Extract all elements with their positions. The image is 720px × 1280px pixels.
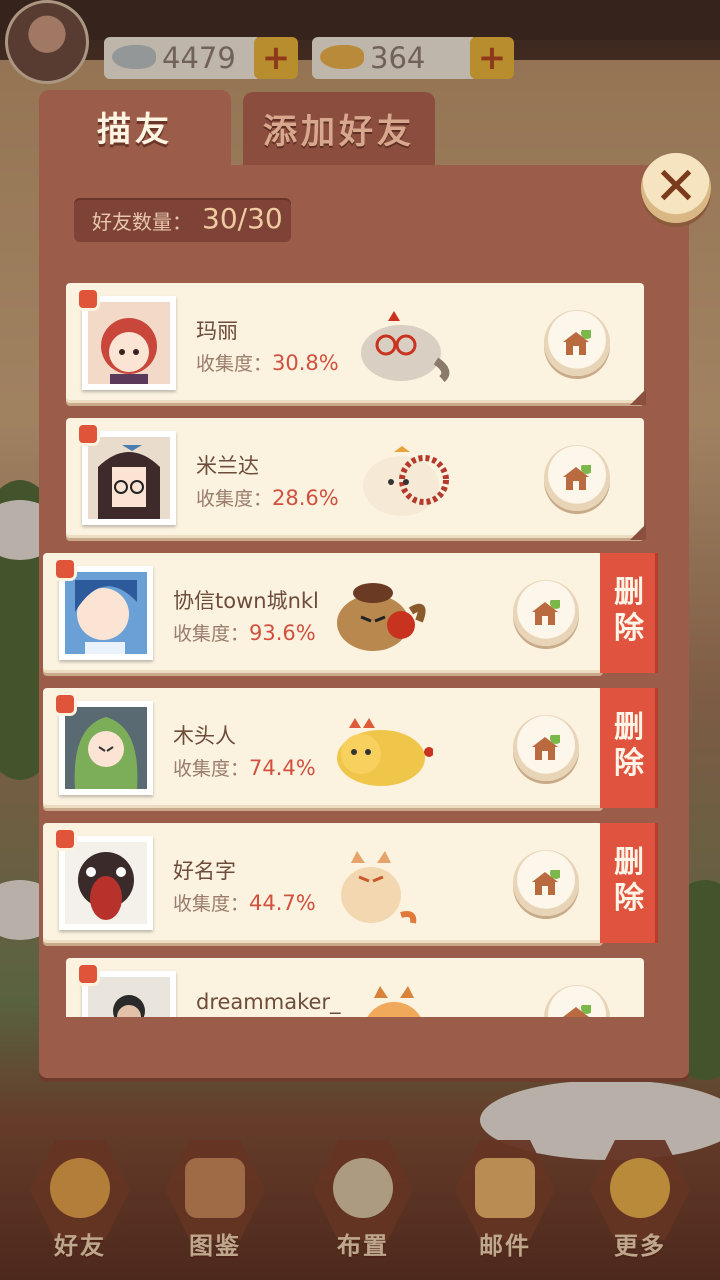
friend-card: dreammaker_ [66, 958, 644, 1017]
pin-icon [56, 695, 74, 713]
collection-label: 收集度： [173, 893, 250, 915]
friend-count-box: 好友数量： 30/30 [74, 198, 291, 242]
tab-add-friend[interactable]: 添加好友 [243, 92, 435, 172]
friend-card: 木头人 收集度：74.4% [43, 688, 603, 808]
friend-name: 木头人 [173, 724, 236, 748]
delete-label: 除 [614, 611, 644, 646]
pin-icon [79, 290, 97, 308]
pin-icon [56, 560, 74, 578]
collection-label: 收集度： [196, 353, 273, 375]
friend-name: dreammaker_ [196, 990, 341, 1014]
friend-avatar[interactable] [82, 296, 176, 390]
friend-name: 好名字 [173, 859, 236, 883]
delete-label: 删 [614, 710, 644, 745]
friend-card: 玛丽 收集度：30.8% [66, 283, 646, 405]
card-fold [630, 524, 646, 540]
collection-percent: 74.4% [249, 756, 316, 780]
visit-home-button[interactable] [544, 985, 610, 1017]
house-icon [563, 330, 591, 355]
visit-home-button[interactable] [544, 445, 610, 511]
avatar-image [88, 302, 170, 384]
cat-icon [337, 718, 433, 786]
collection-label: 收集度： [196, 488, 273, 510]
card-fold [630, 389, 646, 405]
friend-collection: 收集度：28.6% [196, 484, 339, 511]
house-icon [532, 735, 560, 760]
delete-friend-button[interactable]: 删 除 [600, 823, 658, 943]
visit-home-button[interactable] [544, 310, 610, 376]
cat-icon [341, 851, 417, 924]
friend-count-value: 30/30 [202, 202, 283, 235]
visit-home-button[interactable] [513, 715, 579, 781]
delete-label: 删 [614, 575, 644, 610]
house-icon [532, 870, 560, 895]
avatar-image [65, 707, 147, 789]
avatar-image [88, 437, 170, 519]
visit-home-button[interactable] [513, 580, 579, 646]
house-icon [532, 600, 560, 625]
friend-list[interactable]: 玛丽 收集度：30.8% 米兰达 收集度：28.6% 协信town城nkl 收集… [39, 255, 689, 1017]
pin-icon [79, 425, 97, 443]
friend-card: 米兰达 收集度：28.6% [66, 418, 646, 540]
cat-icon [363, 446, 449, 516]
visit-home-button[interactable] [513, 850, 579, 916]
friend-name: 米兰达 [196, 454, 259, 478]
friend-name: 协信town城nkl [173, 589, 319, 613]
collection-percent: 28.6% [272, 486, 339, 510]
friend-name: 玛丽 [196, 319, 238, 343]
delete-label: 删 [614, 845, 644, 880]
collection-percent: 44.7% [249, 891, 316, 915]
friend-collection: 收集度：30.8% [196, 349, 339, 376]
pin-icon [56, 830, 74, 848]
friend-avatar[interactable] [59, 701, 153, 795]
collection-label: 收集度： [173, 758, 250, 780]
collection-percent: 30.8% [272, 351, 339, 375]
friend-avatar[interactable] [59, 836, 153, 930]
friend-card: 好名字 收集度：44.7% [43, 823, 603, 943]
collection-label: 收集度： [173, 623, 250, 645]
house-icon [563, 465, 591, 490]
friend-card: 协信town城nkl 收集度：93.6% [43, 553, 603, 673]
cat-icon [361, 311, 450, 382]
house-icon [563, 1005, 591, 1017]
delete-label: 除 [614, 881, 644, 916]
collection-percent: 93.6% [249, 621, 316, 645]
avatar-image [65, 572, 147, 654]
delete-label: 除 [614, 746, 644, 781]
friend-collection: 收集度：44.7% [173, 889, 316, 916]
close-icon[interactable]: ✕ [641, 153, 711, 223]
cat-icon [337, 583, 426, 651]
friend-avatar[interactable] [82, 431, 176, 525]
delete-friend-button[interactable]: 删 除 [600, 553, 658, 673]
avatar-image [88, 977, 170, 1017]
friend-collection: 收集度：93.6% [173, 619, 316, 646]
pin-icon [79, 965, 97, 983]
avatar-image [65, 842, 147, 924]
friend-count-label: 好友数量： [92, 210, 192, 234]
tab-friends[interactable]: 描友 [39, 90, 231, 170]
friend-collection: 收集度：74.4% [173, 754, 316, 781]
delete-friend-button[interactable]: 删 除 [600, 688, 658, 808]
cat-icon [367, 986, 421, 1017]
friend-avatar[interactable] [59, 566, 153, 660]
